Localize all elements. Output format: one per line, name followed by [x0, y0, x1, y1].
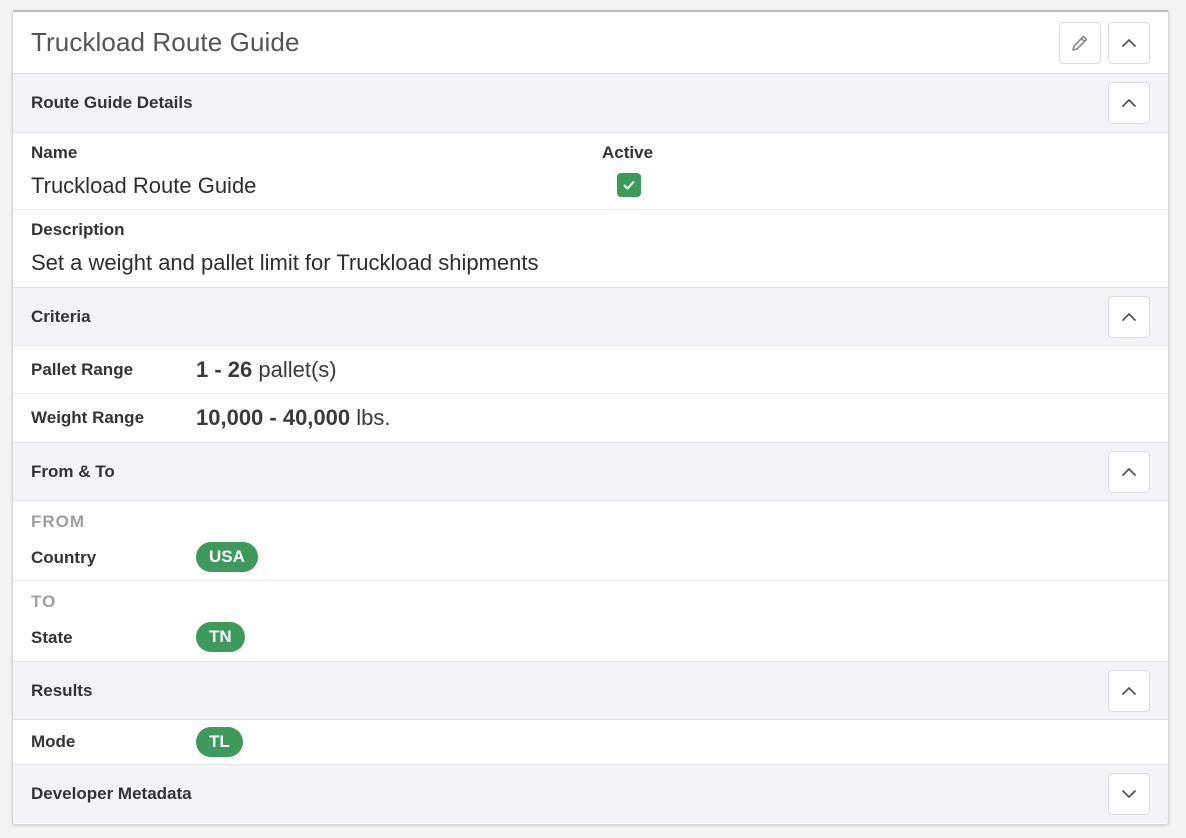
collapse-from-to-button[interactable]	[1108, 450, 1150, 493]
section-developer-metadata: Developer Metadata	[13, 764, 1168, 823]
card-title: Truckload Route Guide	[31, 27, 300, 57]
section-results: Results	[13, 661, 1168, 720]
chevron-up-icon	[1122, 312, 1136, 321]
edit-button[interactable]	[1059, 21, 1101, 64]
pencil-icon	[1072, 35, 1088, 51]
weight-range-numbers: 10,000 - 40,000	[196, 405, 351, 430]
section-criteria: Criteria	[13, 287, 1168, 346]
section-title: Criteria	[31, 306, 91, 326]
card-header: Truckload Route Guide	[13, 12, 1168, 74]
section-route-guide-details: Route Guide Details	[13, 74, 1168, 133]
country-label: Country	[31, 548, 97, 567]
chevron-up-icon	[1122, 686, 1136, 695]
chevron-up-icon	[1122, 99, 1136, 107]
mode-pill: TL	[196, 727, 243, 757]
section-title: Results	[31, 680, 93, 700]
section-title: Route Guide Details	[31, 93, 193, 112]
from-label: FROM	[31, 512, 86, 531]
collapse-results-button[interactable]	[1108, 669, 1150, 712]
pallet-unit: pallet(s)	[258, 356, 337, 382]
section-from-to: From & To	[13, 442, 1168, 501]
state-pill: TN	[196, 622, 245, 652]
to-group: TO State TN	[13, 581, 1168, 661]
checkmark-icon	[623, 181, 635, 190]
from-group: FROM Country USA	[13, 501, 1168, 581]
pallet-range-numbers: 1 - 26	[196, 356, 253, 382]
country-pill: USA	[196, 542, 258, 572]
mode-row: Mode TL	[13, 720, 1168, 764]
collapse-card-button[interactable]	[1108, 21, 1150, 64]
state-label: State	[31, 628, 73, 647]
description-label: Description	[31, 220, 125, 239]
section-title: From & To	[31, 461, 115, 481]
chevron-down-icon	[1122, 790, 1136, 798]
active-label: Active	[602, 143, 654, 162]
name-active-row: Name Truckload Route Guide Active	[13, 133, 1168, 210]
mode-label: Mode	[31, 732, 76, 751]
chevron-up-icon	[1122, 38, 1136, 47]
description-value: Set a weight and pallet limit for Truckl…	[31, 250, 539, 275]
pallet-range-label: Pallet Range	[31, 359, 134, 379]
route-guide-card: Truckload Route Guide Route Guide Detail…	[12, 10, 1169, 825]
name-label: Name	[31, 143, 78, 162]
pallet-range-row: Pallet Range 1 - 26 pallet(s)	[13, 346, 1168, 394]
collapse-details-button[interactable]	[1108, 82, 1150, 124]
weight-range-label: Weight Range	[31, 408, 145, 427]
pallet-range-value: 1 - 26 pallet(s)	[196, 357, 337, 383]
chevron-up-icon	[1122, 467, 1136, 476]
collapse-criteria-button[interactable]	[1108, 295, 1150, 338]
name-value: Truckload Route Guide	[31, 173, 257, 198]
description-row: Description Set a weight and pallet limi…	[13, 210, 1168, 287]
expand-developer-button[interactable]	[1108, 773, 1150, 815]
weight-range-value: 10,000 - 40,000 lbs.	[196, 405, 391, 431]
weight-unit: lbs.	[356, 405, 391, 430]
section-title: Developer Metadata	[31, 784, 192, 803]
to-label: TO	[31, 592, 57, 611]
weight-range-row: Weight Range 10,000 - 40,000 lbs.	[13, 394, 1168, 442]
active-checkbox[interactable]	[617, 173, 641, 197]
